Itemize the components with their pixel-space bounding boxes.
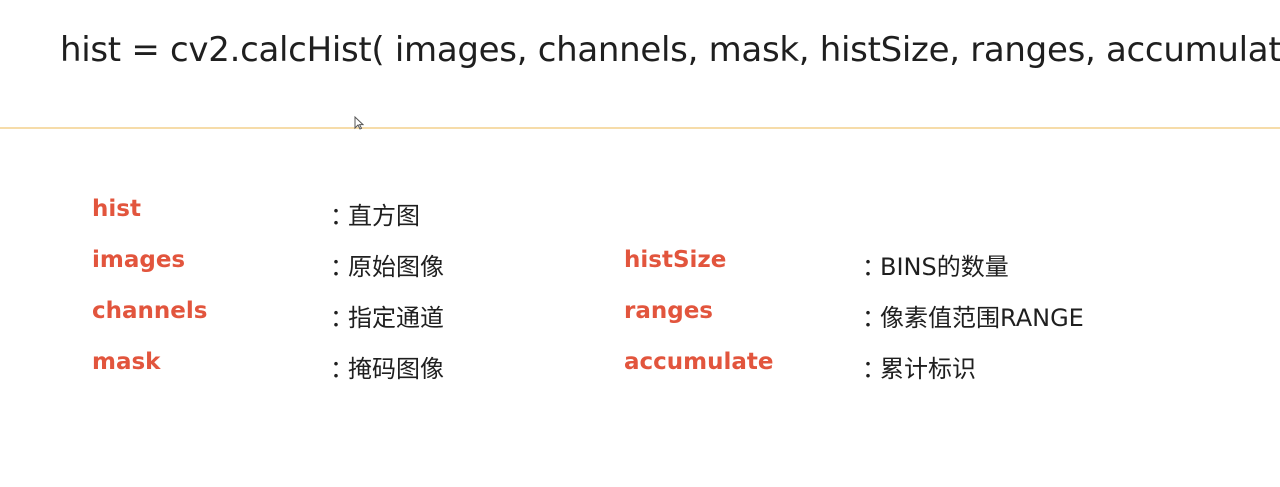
separator: ： (862, 355, 886, 383)
param-hist-desc-text: 直方图 (348, 202, 420, 230)
param-images-desc: ：原始图像 (330, 247, 444, 282)
param-accumulate-desc: ：累计标识 (862, 349, 976, 384)
param-mask-desc-text: 掩码图像 (348, 355, 444, 383)
param-images: images (92, 247, 186, 273)
param-ranges-desc: ：像素值范围RANGE (862, 298, 1084, 333)
param-histsize-desc-text: BINS的数量 (880, 253, 1009, 281)
param-mask-desc: ：掩码图像 (330, 349, 444, 384)
separator: ： (330, 253, 354, 281)
param-histsize: histSize (624, 247, 727, 273)
param-images-desc-text: 原始图像 (348, 253, 444, 281)
separator: ： (330, 355, 354, 383)
param-channels: channels (92, 298, 208, 324)
separator: ： (862, 304, 886, 332)
param-mask: mask (92, 349, 161, 375)
param-accumulate-desc-text: 累计标识 (880, 355, 976, 383)
mouse-pointer-icon (354, 116, 364, 130)
separator: ： (862, 253, 886, 281)
param-hist: hist (92, 196, 141, 222)
param-channels-desc: ：指定通道 (330, 298, 444, 333)
separator: ： (330, 304, 354, 332)
param-channels-desc-text: 指定通道 (348, 304, 444, 332)
param-histsize-desc: ：BINS的数量 (862, 247, 1009, 282)
param-ranges-desc-text: 像素值范围RANGE (880, 304, 1084, 332)
function-signature: hist = cv2.calcHist( images, channels, m… (60, 30, 1280, 70)
param-hist-desc: ：直方图 (330, 196, 420, 231)
param-ranges: ranges (624, 298, 713, 324)
param-accumulate: accumulate (624, 349, 774, 375)
separator: ： (330, 202, 354, 230)
header-divider (0, 127, 1280, 129)
slide: hist = cv2.calcHist( images, channels, m… (0, 0, 1280, 487)
